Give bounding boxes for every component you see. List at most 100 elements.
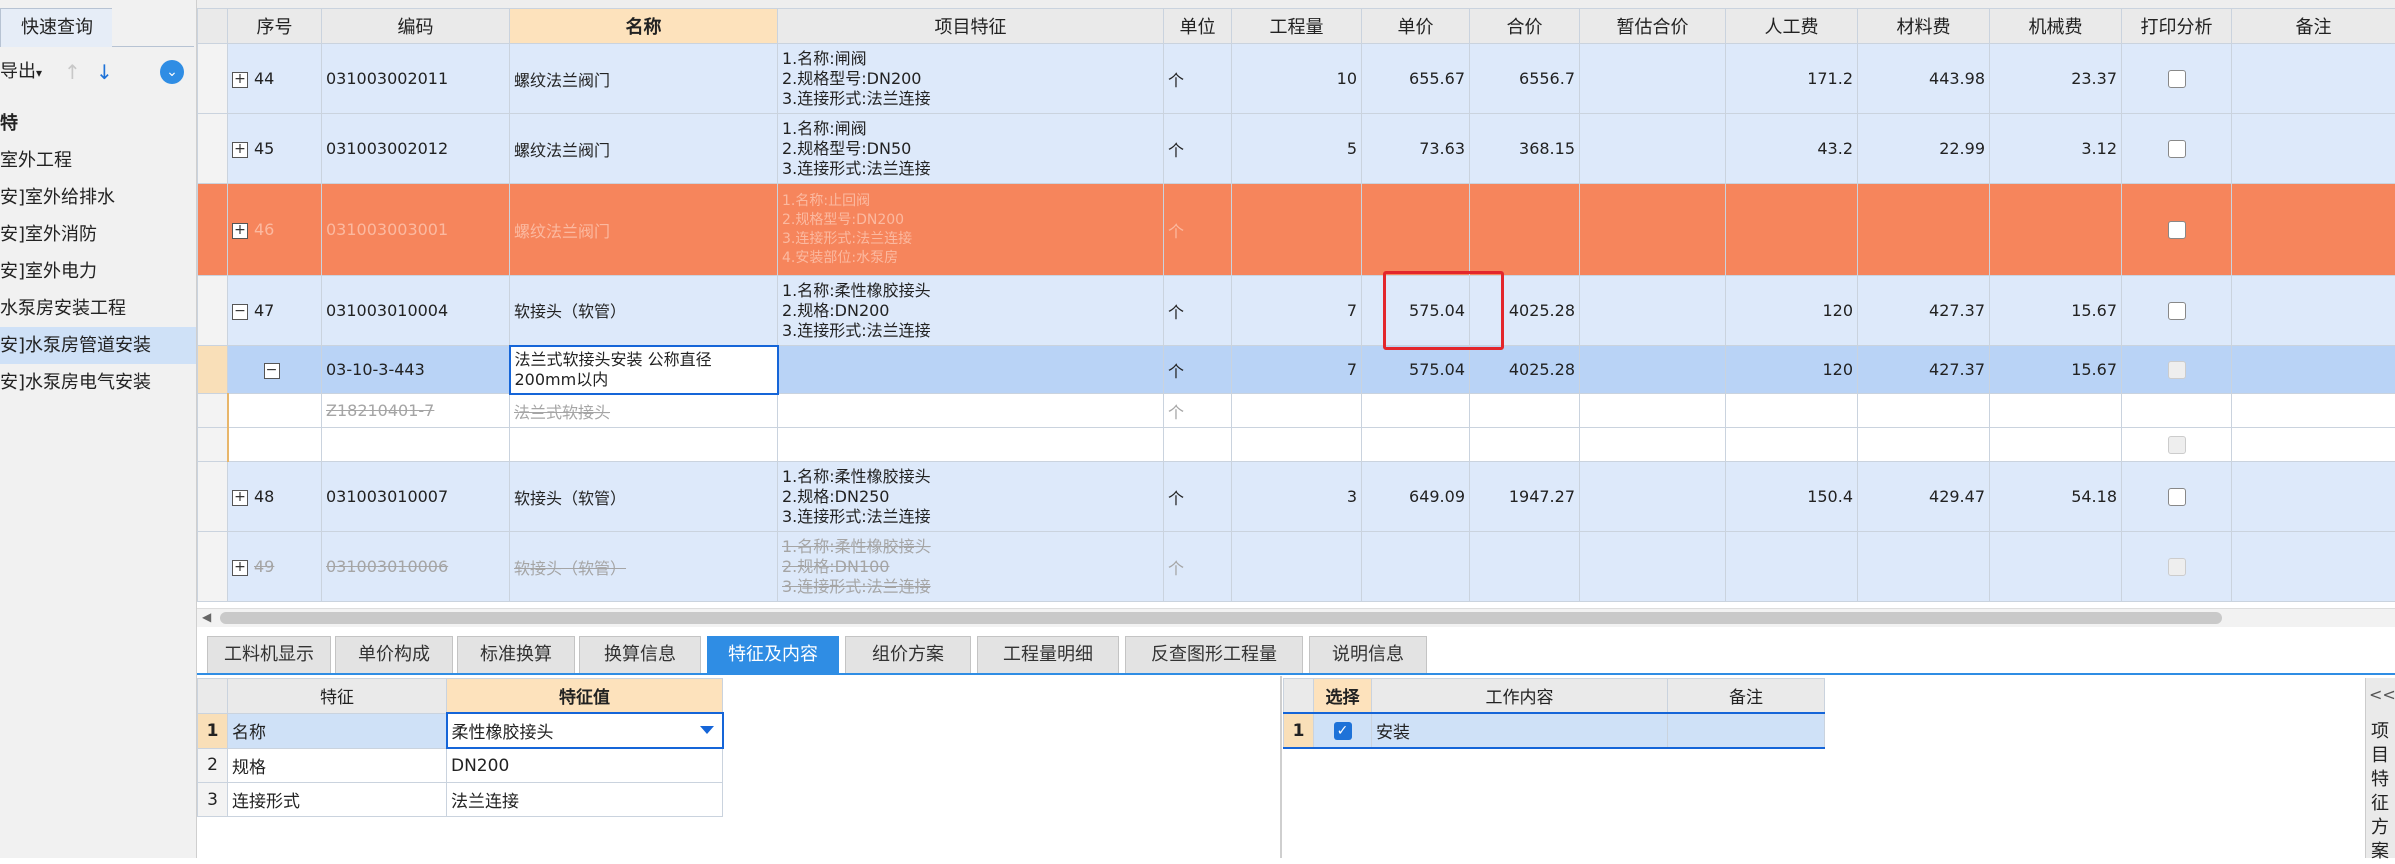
name-cell[interactable] xyxy=(510,428,778,462)
row-number[interactable]: 1 xyxy=(198,713,228,748)
labor-cell[interactable] xyxy=(1726,394,1858,428)
row-header[interactable] xyxy=(198,462,228,532)
unit-cell[interactable] xyxy=(1164,428,1232,462)
name-cell[interactable]: 螺纹法兰阀门 xyxy=(510,44,778,114)
labor-cell[interactable] xyxy=(1726,532,1858,602)
row-number[interactable]: 2 xyxy=(198,748,228,783)
feature-cell[interactable]: 1.名称:柔性橡胶接头2.规格:DN2003.连接形式:法兰连接 xyxy=(778,276,1164,346)
est-total-cell[interactable] xyxy=(1580,44,1726,114)
select-cell[interactable]: ✓ xyxy=(1314,713,1372,748)
expand-icon[interactable]: + xyxy=(232,72,248,88)
material-cell[interactable]: 427.37 xyxy=(1858,276,1990,346)
est-total-cell[interactable] xyxy=(1580,346,1726,394)
expand-icon[interactable]: + xyxy=(232,223,248,239)
qty-cell[interactable]: 7 xyxy=(1232,276,1362,346)
note-cell[interactable] xyxy=(2232,394,2395,428)
print-cell[interactable] xyxy=(2122,428,2232,462)
tab-unit-price[interactable]: 单价构成 xyxy=(335,636,453,674)
code-cell[interactable]: Z18210401-7 xyxy=(322,394,510,428)
print-cell[interactable] xyxy=(2122,44,2232,114)
unit-cell[interactable]: 个 xyxy=(1164,346,1232,394)
table-row[interactable]: +48 031003010007 软接头（软管） 1.名称:柔性橡胶接头2.规格… xyxy=(198,462,2395,532)
feature-cell[interactable]: 1.名称:柔性橡胶接头2.规格:DN1003.连接形式:法兰连接 xyxy=(778,532,1164,602)
print-cell[interactable] xyxy=(2122,394,2232,428)
print-cell[interactable] xyxy=(2122,346,2232,394)
tree-item-selected[interactable]: 安]水泵房管道安装 xyxy=(0,327,196,364)
material-cell[interactable]: 22.99 xyxy=(1858,114,1990,184)
print-checkbox[interactable] xyxy=(2168,361,2186,379)
feature-cell[interactable]: 1.名称:闸阀2.规格型号:DN503.连接形式:法兰连接 xyxy=(778,114,1164,184)
qty-cell[interactable] xyxy=(1232,394,1362,428)
col-header-machine[interactable]: 机械费 xyxy=(1990,9,2122,44)
total-cell[interactable] xyxy=(1470,184,1580,276)
machine-cell[interactable]: 15.67 xyxy=(1990,346,2122,394)
row-header[interactable] xyxy=(198,44,228,114)
labor-cell[interactable]: 43.2 xyxy=(1726,114,1858,184)
table-row[interactable]: 3 连接形式 法兰连接 xyxy=(198,783,723,817)
price-cell[interactable]: 655.67 xyxy=(1362,44,1470,114)
feature-value-dropdown[interactable]: 柔性橡胶接头 xyxy=(447,713,723,748)
seq-cell[interactable] xyxy=(228,428,322,462)
unit-cell[interactable]: 个 xyxy=(1164,462,1232,532)
labor-cell[interactable] xyxy=(1726,184,1858,276)
col-header-total[interactable]: 合价 xyxy=(1470,9,1580,44)
row-number[interactable]: 3 xyxy=(198,783,228,817)
col-header-feature[interactable]: 特征 xyxy=(228,679,447,714)
machine-cell[interactable]: 54.18 xyxy=(1990,462,2122,532)
material-cell[interactable] xyxy=(1858,394,1990,428)
feature-cell[interactable] xyxy=(778,394,1164,428)
qty-cell[interactable]: 7 xyxy=(1232,346,1362,394)
work-content-cell[interactable]: 安装 xyxy=(1372,713,1668,748)
name-cell[interactable]: 软接头（软管） xyxy=(510,462,778,532)
price-cell[interactable] xyxy=(1362,394,1470,428)
left-tab-blank[interactable] xyxy=(112,8,194,47)
feature-cell[interactable] xyxy=(778,428,1164,462)
col-header-feature[interactable]: 项目特征 xyxy=(778,9,1164,44)
qty-cell[interactable] xyxy=(1232,184,1362,276)
machine-cell[interactable]: 3.12 xyxy=(1990,114,2122,184)
total-cell[interactable] xyxy=(1470,532,1580,602)
machine-cell[interactable] xyxy=(1990,532,2122,602)
material-cell[interactable] xyxy=(1858,428,1990,462)
qty-cell[interactable]: 5 xyxy=(1232,114,1362,184)
tree-item[interactable]: 安]室外给排水 xyxy=(0,179,196,216)
code-cell[interactable] xyxy=(322,428,510,462)
col-header-unit[interactable]: 单位 xyxy=(1164,9,1232,44)
feature-value-cell[interactable]: 法兰连接 xyxy=(447,783,723,817)
scroll-left-icon[interactable]: ◀ xyxy=(202,608,211,626)
move-up-icon[interactable]: ↑ xyxy=(64,52,81,92)
col-header-select[interactable]: 选择 xyxy=(1314,679,1372,714)
code-cell[interactable]: 031003010004 xyxy=(322,276,510,346)
qty-cell[interactable]: 3 xyxy=(1232,462,1362,532)
price-cell[interactable]: 73.63 xyxy=(1362,114,1470,184)
feature-cell[interactable] xyxy=(778,346,1164,394)
collapse-icon[interactable]: − xyxy=(264,363,280,379)
col-header-work-content[interactable]: 工作内容 xyxy=(1372,679,1668,714)
name-cell[interactable]: 法兰式软接头 xyxy=(510,394,778,428)
unit-cell[interactable]: 个 xyxy=(1164,394,1232,428)
col-header-seq[interactable]: 序号 xyxy=(228,9,322,44)
est-total-cell[interactable] xyxy=(1580,114,1726,184)
tab-conversion-info[interactable]: 换算信息 xyxy=(579,636,701,674)
feature-name-cell[interactable]: 规格 xyxy=(228,748,447,783)
feature-value-cell[interactable]: DN200 xyxy=(447,748,723,783)
panel-divider[interactable] xyxy=(1280,676,1282,858)
row-header[interactable] xyxy=(198,394,228,428)
tree-item[interactable]: 安]室外电力 xyxy=(0,253,196,290)
print-cell[interactable] xyxy=(2122,114,2232,184)
table-row-disabled[interactable]: +46 031003003001 螺纹法兰阀门 1.名称:止回阀2.规格型号:D… xyxy=(198,184,2395,276)
est-total-cell[interactable] xyxy=(1580,532,1726,602)
total-cell[interactable]: 368.15 xyxy=(1470,114,1580,184)
name-cell[interactable]: 螺纹法兰阀门 xyxy=(510,184,778,276)
code-cell[interactable]: 031003002011 xyxy=(322,44,510,114)
note-cell[interactable] xyxy=(2232,184,2395,276)
seq-cell[interactable]: − xyxy=(228,346,322,394)
row-header[interactable] xyxy=(198,276,228,346)
est-total-cell[interactable] xyxy=(1580,462,1726,532)
labor-cell[interactable]: 150.4 xyxy=(1726,462,1858,532)
note-cell[interactable] xyxy=(2232,346,2395,394)
name-cell[interactable]: 螺纹法兰阀门 xyxy=(510,114,778,184)
col-header-qty[interactable]: 工程量 xyxy=(1232,9,1362,44)
col-header-name[interactable]: 名称 xyxy=(510,9,778,44)
feature-cell[interactable]: 1.名称:柔性橡胶接头2.规格:DN2503.连接形式:法兰连接 xyxy=(778,462,1164,532)
